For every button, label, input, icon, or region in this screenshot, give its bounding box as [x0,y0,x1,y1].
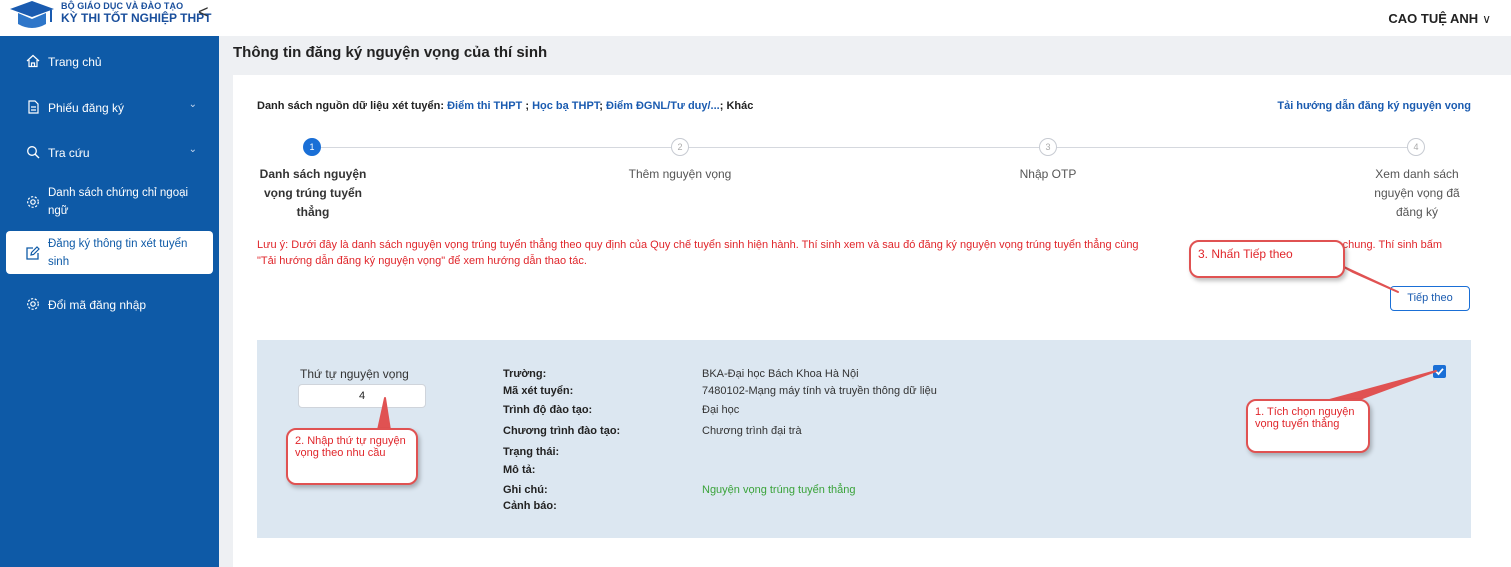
search-icon [27,146,40,159]
step-3-indicator: 3 [1039,138,1057,156]
source-link-aptitude[interactable]: Điểm ĐGNL/Tư duy/... [606,100,720,112]
sidebar-item-label: Đổi mã đăng nhập [48,298,147,312]
field-label: Mô tả: [503,464,536,476]
sidebar: Trang chủ Phiếu đăng ký ⌄ Tra cứu ⌄ Danh… [0,36,219,567]
sidebar-item-label: Tra cứu [48,146,90,160]
graduation-cap-icon [10,1,54,28]
top-bar: BỘ GIÁO DỤC VÀ ĐÀO TẠO KỲ THI TỐT NGHIỆP… [0,0,1511,36]
field-value-program: Chương trình đại trà [702,425,802,437]
chevron-down-icon: ⌄ [188,99,197,110]
sidebar-item-label: Phiếu đăng ký [48,101,125,115]
sidebar-item-admission-registration[interactable]: Đăng ký thông tin xét tuyển sinh [6,231,213,274]
sidebar-item-label: sinh [48,256,70,268]
user-name: CAO TUỆ ANH [1388,11,1479,26]
field-label: Chương trình đào tạo: [503,425,621,437]
step-1-indicator: 1 [303,138,321,156]
callout-enter-order: 2. Nhập thứ tự nguyện vọng theo nhu cầu [286,428,418,485]
page-title: Thông tin đăng ký nguyện vọng của thí si… [233,44,548,61]
data-sources-label: Danh sách nguồn dữ liệu xét tuyển: [257,100,445,112]
sidebar-item-language-certificates[interactable]: Danh sách chứng chỉ ngoại ngữ [0,182,219,222]
logo-ministry-text: BỘ GIÁO DỤC VÀ ĐÀO TẠO [61,1,184,11]
step-connector [1057,147,1407,148]
data-sources: Danh sách nguồn dữ liệu xét tuyển: Điểm … [257,100,753,112]
sidebar-item-label: Trang chủ [48,55,102,69]
sidebar-item-change-login-code[interactable]: Đổi mã đăng nhập [0,294,219,314]
step-label-line: nguyện vọng đã [1374,186,1460,200]
user-menu[interactable]: CAO TUỆ ANH ∨ [1388,11,1491,26]
chevron-down-icon: ⌄ [188,144,197,155]
order-input[interactable] [298,384,426,408]
sidebar-item-registration-form[interactable]: Phiếu đăng ký ⌄ [0,97,219,117]
note-text: Lưu ý: Dưới đây là danh sách nguyện vọng… [257,239,1139,251]
app-logo[interactable]: BỘ GIÁO DỤC VÀ ĐÀO TẠO KỲ THI TỐT NGHIỆP… [8,0,211,34]
field-value-level: Đại học [702,404,740,416]
step-connector [321,147,671,148]
field-value-admission-code: 7480102-Mạng máy tính và truyền thông dữ… [702,385,937,397]
callout-check-option: 1. Tích chọn nguyện vọng tuyển thẳng [1246,399,1370,453]
order-label: Thứ tự nguyện vọng [300,367,409,381]
next-button[interactable]: Tiếp theo [1390,286,1470,311]
field-label: Trạng thái: [503,446,560,458]
sidebar-item-label: Đăng ký thông tin xét tuyển [48,238,188,250]
separator: ; [522,100,533,112]
logo-exam-text: KỲ THI TỐT NGHIỆP THPT [61,11,212,25]
home-icon [26,54,40,68]
download-guide-link[interactable]: Tải hướng dẫn đăng ký nguyện vọng [1277,100,1471,112]
step-label-line: Xem danh sách [1375,167,1459,181]
field-label: Trường: [503,368,547,380]
step-label-line: Danh sách nguyện [259,167,367,181]
step-label-line: thẳng [296,205,330,219]
field-label: Mã xét tuyển: [503,385,574,397]
sidebar-item-label: Danh sách chứng chỉ ngoại [48,187,189,199]
field-label: Cảnh báo: [503,500,557,512]
sidebar-item-home[interactable]: Trang chủ [0,51,219,71]
main-card: Danh sách nguồn dữ liệu xét tuyển: Điểm … [233,75,1511,567]
checkmark-icon [1435,368,1444,376]
source-link-thpt-score[interactable]: Điểm thi THPT [447,100,522,112]
source-link-transcript[interactable]: Học bạ THPT [532,100,599,112]
sidebar-collapse-icon[interactable]: < [198,3,209,21]
step-label-line: đăng ký [1395,205,1439,219]
gear-icon [27,298,39,310]
select-checkbox[interactable] [1433,365,1446,378]
step-2-label: Thêm nguyện vọng [628,167,732,181]
source-other: ; Khác [719,100,754,112]
sidebar-item-label: ngữ [48,205,69,217]
gear-icon [27,196,39,208]
field-value-school: BKA-Đại học Bách Khoa Hà Nội [702,368,859,380]
step-label-line: vọng trúng tuyển [264,186,362,200]
document-icon [28,100,39,114]
step-2-indicator: 2 [671,138,689,156]
step-4-indicator: 4 [1407,138,1425,156]
step-connector [689,147,1039,148]
field-value-note: Nguyện vọng trúng tuyển thẳng [702,484,856,496]
sidebar-item-lookup[interactable]: Tra cứu ⌄ [0,142,219,162]
edit-icon [26,246,40,260]
callout-press-next: 3. Nhấn Tiếp theo [1189,240,1345,278]
step-3-label: Nhập OTP [1019,167,1077,181]
field-label: Ghi chú: [503,484,548,496]
field-label: Trình độ đào tạo: [503,404,593,416]
step-1-label: Danh sách nguyện vọng trúng tuyển thẳng [233,165,393,222]
chevron-down-icon: ∨ [1482,12,1491,26]
step-4-label: Xem danh sách nguyện vọng đã đăng ký [1353,165,1481,222]
